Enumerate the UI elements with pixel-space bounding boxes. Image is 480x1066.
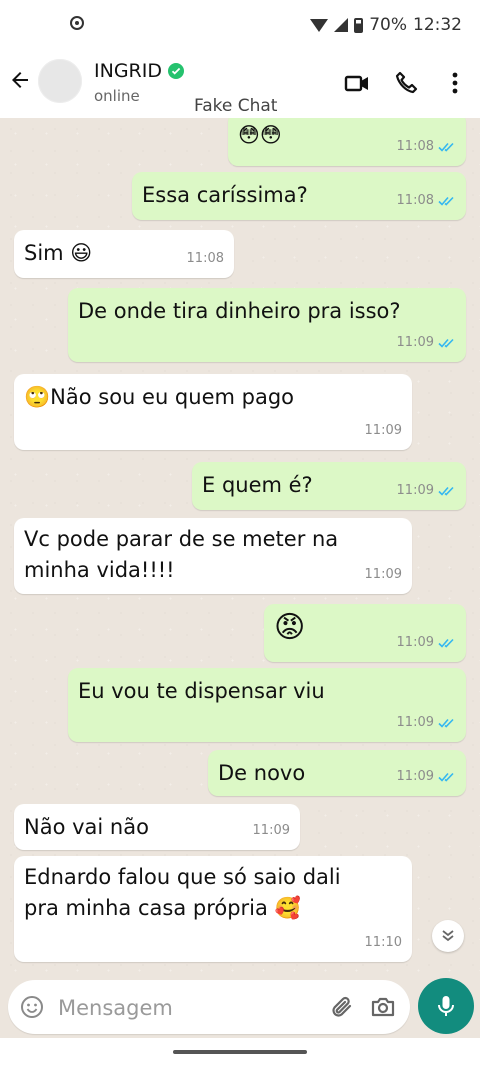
attach-icon[interactable] xyxy=(330,994,356,1020)
double-check-icon xyxy=(438,486,454,496)
watermark-label: Fake Chat xyxy=(194,96,278,116)
system-nav-bar xyxy=(0,1038,480,1066)
message-outgoing[interactable]: E quem é? 11:09 xyxy=(192,462,466,510)
message-incoming[interactable]: 🙄Não sou eu quem pago 11:09 xyxy=(14,374,412,450)
message-time: 11:09 xyxy=(252,823,290,838)
phone-icon[interactable] xyxy=(394,70,420,96)
double-check-icon xyxy=(438,718,454,728)
message-text: 😳😳 xyxy=(238,123,282,147)
message-input[interactable] xyxy=(56,990,320,1026)
message-outgoing[interactable]: Eu vou te dispensar viu 11:09 xyxy=(68,668,466,742)
contact-name-row[interactable]: INGRID xyxy=(94,60,184,82)
message-time: 11:08 xyxy=(396,193,434,208)
message-outgoing[interactable]: 😳😳 11:08 xyxy=(228,118,466,166)
double-check-icon xyxy=(438,338,454,348)
back-arrow-icon[interactable] xyxy=(8,68,32,92)
message-text: Sim 😃 xyxy=(24,241,93,265)
message-text: Não vai não xyxy=(24,815,149,839)
message-meta: 11:09 xyxy=(397,475,456,506)
double-check-icon xyxy=(438,638,454,648)
scroll-down-button[interactable] xyxy=(432,920,464,952)
message-time: 11:09 xyxy=(396,635,434,650)
message-text-line-2: minha vida!!!! xyxy=(24,558,175,582)
more-vert-icon[interactable] xyxy=(442,70,468,96)
message-meta: 11:10 xyxy=(365,927,402,958)
double-check-icon xyxy=(438,142,454,152)
mic-icon xyxy=(438,996,454,1016)
video-call-icon[interactable] xyxy=(344,70,370,96)
message-text: Eu vou te dispensar viu xyxy=(78,679,325,703)
message-incoming[interactable]: Sim 😃 11:08 xyxy=(14,230,234,278)
message-text: De novo xyxy=(218,761,306,785)
emoji-icon[interactable] xyxy=(20,995,44,1019)
avatar[interactable] xyxy=(38,59,82,103)
message-time: 11:08 xyxy=(396,139,434,154)
message-text: Essa caríssima? xyxy=(142,183,308,207)
message-time: 11:09 xyxy=(396,483,434,498)
status-bar: 70% 12:32 xyxy=(0,0,480,50)
message-meta: 11:08 xyxy=(187,243,224,274)
message-time: 11:09 xyxy=(364,567,402,582)
message-meta: 11:09 xyxy=(365,415,402,446)
message-time: 11:09 xyxy=(364,423,402,438)
scroll-down-icon xyxy=(442,930,454,942)
chat-area[interactable]: 😳😳 11:08 Essa caríssima? 11:08 Sim 😃 11:… xyxy=(0,118,480,978)
message-text: De onde tira dinheiro pra isso? xyxy=(78,299,401,323)
message-incoming[interactable]: Não vai não 11:09 xyxy=(14,804,300,850)
message-incoming[interactable]: Vc pode parar de se meter na minha vida!… xyxy=(14,518,412,594)
composer-bar xyxy=(0,978,480,1038)
signal-icon xyxy=(334,18,349,32)
battery-percent: 70% xyxy=(369,15,407,35)
contact-name: INGRID xyxy=(94,60,162,82)
message-meta: 11:09 xyxy=(365,559,402,590)
message-meta: 11:09 xyxy=(397,627,456,658)
screen-record-icon xyxy=(70,16,84,30)
message-meta: 11:09 xyxy=(397,707,456,738)
message-meta: 11:08 xyxy=(397,131,456,162)
message-meta: 11:09 xyxy=(397,761,456,792)
message-meta: 11:09 xyxy=(253,815,290,846)
message-meta: 11:09 xyxy=(397,327,456,358)
message-text: 🙄Não sou eu quem pago xyxy=(24,385,294,409)
message-time: 11:08 xyxy=(186,251,224,266)
message-time: 11:10 xyxy=(364,935,402,950)
message-outgoing[interactable]: 😡 11:09 xyxy=(264,604,466,662)
wifi-icon xyxy=(310,18,329,32)
message-text-line-1: Ednardo falou que só saio dali xyxy=(24,865,341,889)
verified-icon xyxy=(167,63,184,79)
composer-pill xyxy=(8,980,410,1034)
message-outgoing[interactable]: Essa caríssima? 11:08 xyxy=(132,172,466,220)
status-bar-right: 70% 12:32 xyxy=(310,13,462,37)
double-check-icon xyxy=(438,196,454,206)
mic-button[interactable] xyxy=(418,978,474,1034)
message-text: E quem é? xyxy=(202,473,313,497)
clock: 12:32 xyxy=(413,15,462,35)
message-incoming[interactable]: Ednardo falou que só saio dali pra minha… xyxy=(14,856,412,962)
message-time: 11:09 xyxy=(396,335,434,350)
message-outgoing[interactable]: De novo 11:09 xyxy=(208,750,466,796)
home-indicator[interactable] xyxy=(173,1050,307,1054)
camera-icon[interactable] xyxy=(370,994,396,1020)
battery-icon xyxy=(354,17,364,33)
message-time: 11:09 xyxy=(396,769,434,784)
contact-status: online xyxy=(94,87,140,105)
message-outgoing[interactable]: De onde tira dinheiro pra isso? 11:09 xyxy=(68,288,466,362)
chat-header: INGRID online Fake Chat xyxy=(0,50,480,118)
message-meta: 11:08 xyxy=(397,185,456,216)
message-text-line-1: Vc pode parar de se meter na xyxy=(24,527,339,551)
message-text: 😡 xyxy=(274,610,306,645)
message-text-line-2: pra minha casa própria 🥰 xyxy=(24,896,301,920)
message-time: 11:09 xyxy=(396,715,434,730)
double-check-icon xyxy=(438,772,454,782)
